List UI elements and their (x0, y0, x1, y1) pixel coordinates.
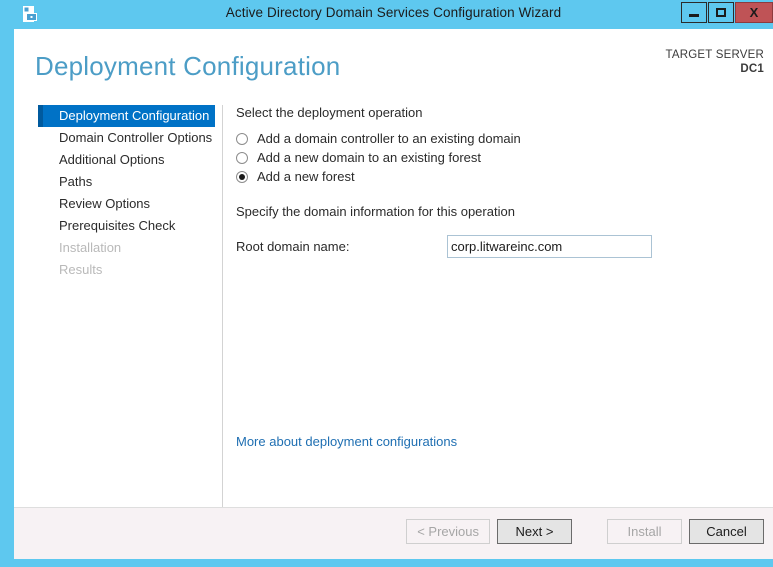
domain-information-section: Specify the domain information for this … (236, 204, 756, 258)
page-title: Deployment Configuration (35, 51, 341, 81)
radio-selected-icon (236, 170, 248, 183)
sidebar-item-review-options[interactable]: Review Options (14, 193, 215, 215)
next-button[interactable]: Next > (497, 519, 572, 544)
deployment-operation-label: Select the deployment operation (236, 105, 423, 120)
radio-add-domain-controller[interactable]: Add a domain controller to an existing d… (236, 129, 756, 148)
client-area: Deployment Configuration TARGET SERVER D… (14, 29, 773, 559)
radio-add-new-domain[interactable]: Add a new domain to an existing forest (236, 148, 756, 167)
wizard-footer: < Previous Next > Install Cancel (14, 507, 773, 559)
wizard-buttons: < Previous Next > Install Cancel (406, 519, 764, 544)
root-domain-row: Root domain name: (236, 235, 756, 258)
target-server-block: TARGET SERVER DC1 (666, 48, 764, 76)
maximize-button[interactable] (708, 2, 734, 23)
sidebar-item-results: Results (14, 259, 215, 281)
sidebar-item-label: Paths (59, 174, 93, 189)
close-button[interactable]: X (735, 2, 773, 23)
radio-add-new-forest[interactable]: Add a new forest (236, 167, 756, 186)
wizard-window: Active Directory Domain Services Configu… (0, 0, 773, 567)
main-content: Select the deployment operation Add a do… (236, 105, 756, 258)
radio-label: Add a new forest (257, 169, 355, 184)
sidebar-item-installation: Installation (14, 237, 215, 259)
sidebar-item-deployment-configuration[interactable]: Deployment Configuration (38, 105, 215, 127)
target-server-label: TARGET SERVER (665, 49, 764, 61)
cancel-button[interactable]: Cancel (689, 519, 764, 544)
minimize-icon (689, 13, 699, 17)
root-domain-input[interactable] (447, 235, 652, 258)
sidebar-item-label: Review Options (59, 196, 151, 211)
sidebar-item-label: Prerequisites Check (59, 218, 176, 233)
sidebar-item-paths[interactable]: Paths (14, 171, 215, 193)
title-bar: Active Directory Domain Services Configu… (7, 0, 773, 29)
target-server-value: DC1 (740, 63, 764, 75)
radio-label: Add a new domain to an existing forest (257, 150, 482, 165)
sidebar-item-domain-controller-options[interactable]: Domain Controller Options (14, 127, 215, 149)
sidebar-item-label: Installation (59, 240, 122, 255)
minimize-button[interactable] (681, 2, 707, 23)
maximize-icon (716, 8, 726, 17)
radio-icon (236, 151, 248, 164)
wizard-steps-nav: Deployment Configuration Domain Controll… (14, 105, 215, 281)
sidebar-divider (222, 105, 223, 519)
radio-icon (236, 132, 248, 145)
sidebar-item-label: Additional Options (59, 152, 165, 167)
window-title: Active Directory Domain Services Configu… (225, 5, 562, 20)
previous-button[interactable]: < Previous (406, 519, 490, 544)
sidebar-item-label: Deployment Configuration (59, 108, 210, 123)
sidebar-item-label: Results (59, 262, 103, 277)
sidebar-item-label: Domain Controller Options (59, 130, 213, 145)
radio-label: Add a domain controller to an existing d… (257, 131, 521, 146)
page-header: Deployment Configuration TARGET SERVER D… (14, 29, 773, 101)
sidebar-item-additional-options[interactable]: Additional Options (14, 149, 215, 171)
root-domain-label: Root domain name: (236, 239, 350, 254)
window-controls: X (681, 2, 773, 23)
sidebar-item-prerequisites-check[interactable]: Prerequisites Check (14, 215, 215, 237)
deployment-configurations-link[interactable]: More about deployment configurations (236, 434, 457, 449)
domain-information-label: Specify the domain information for this … (236, 204, 515, 219)
install-button[interactable]: Install (607, 519, 682, 544)
